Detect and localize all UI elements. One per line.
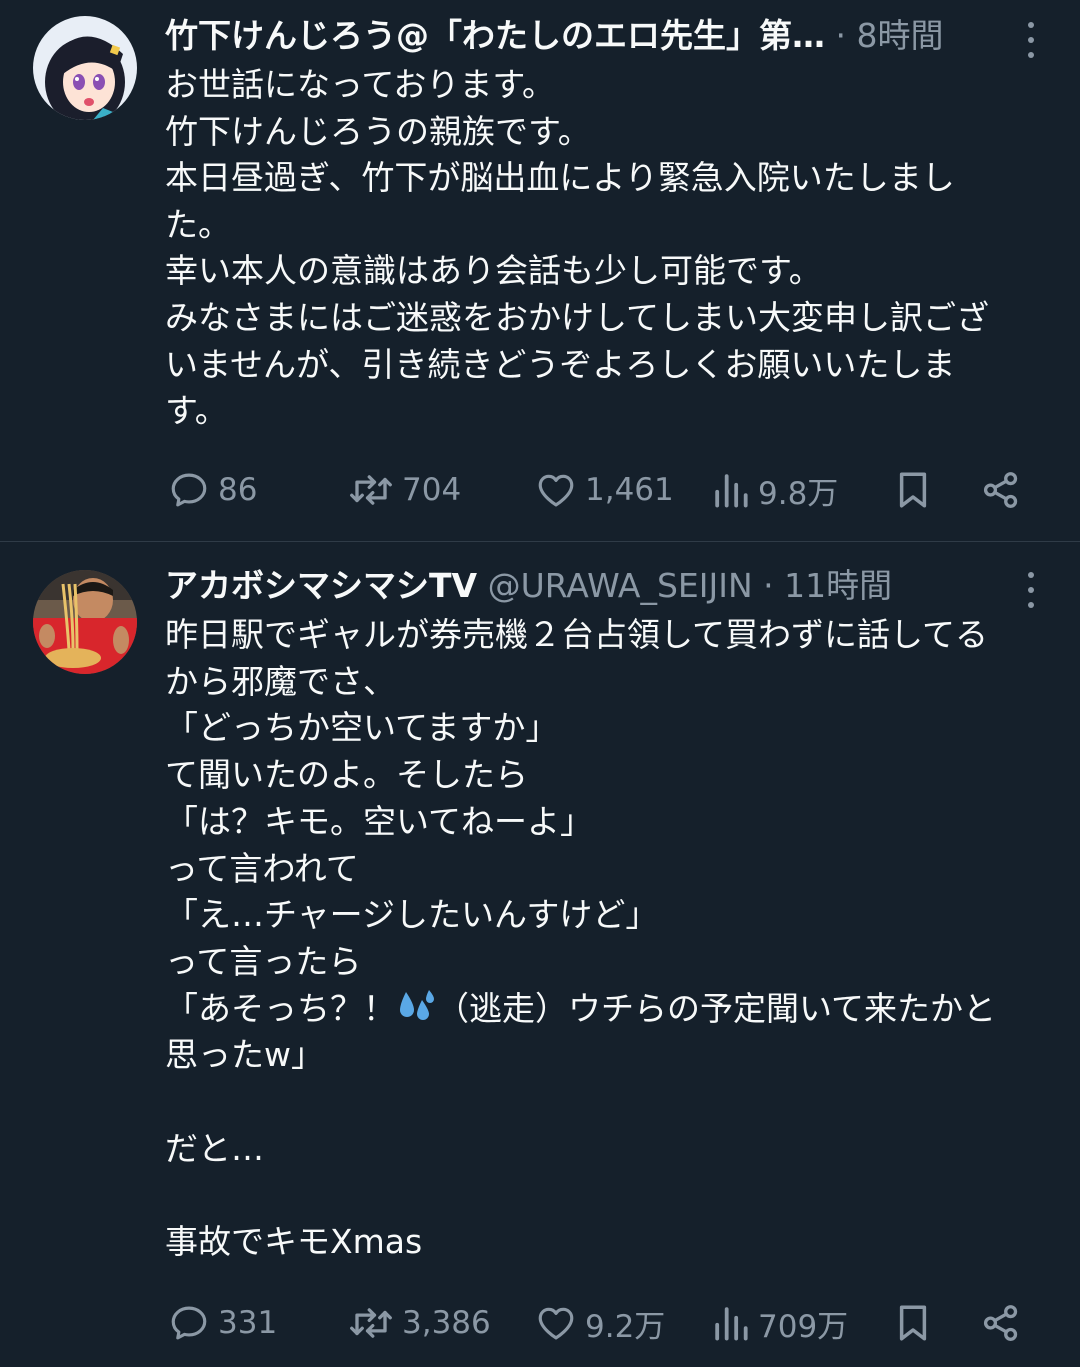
- sweat-droplets-icon: [396, 988, 436, 1022]
- ramen-person-avatar-icon: [33, 570, 137, 674]
- like-count: 9.2万: [585, 1308, 666, 1345]
- author-name[interactable]: 竹下けんじろう@「わたしのエロ先生」第…: [165, 16, 825, 55]
- views-button[interactable]: 9.8万: [712, 465, 838, 515]
- repost-count: 3,386: [402, 1305, 491, 1341]
- share-icon: [983, 1305, 1018, 1341]
- tweet-text: 昨日駅でギャルが券売機２台占領して買わずに話してる から邪魔でさ、 「どっちか空…: [165, 612, 1050, 1266]
- share-icon: [983, 472, 1018, 508]
- timestamp[interactable]: 8時間: [856, 16, 943, 55]
- views-icon: [715, 474, 748, 508]
- like-button[interactable]: 9.2万: [535, 1298, 665, 1348]
- repost-button[interactable]: 704: [348, 465, 461, 515]
- views-icon: [715, 1307, 748, 1341]
- heart-icon: [538, 474, 574, 507]
- bookmark-icon: [899, 472, 927, 508]
- tweet-header: 竹下けんじろう@「わたしのエロ先生」第… · 8時間: [165, 16, 944, 55]
- bookmark-icon: [899, 1305, 927, 1341]
- reply-count: 331: [218, 1305, 278, 1341]
- tweet-header: アカボシマシマシTV @URAWA_SEIJIN · 11時間: [165, 566, 893, 605]
- repost-button[interactable]: 3,386: [348, 1298, 491, 1348]
- share-button[interactable]: [980, 465, 1022, 515]
- view-count: 709万: [758, 1308, 849, 1345]
- tweet-2[interactable]: アカボシマシマシTV @URAWA_SEIJIN · 11時間 昨日駅でギャルが…: [0, 542, 1080, 1367]
- reply-count: 86: [218, 472, 258, 508]
- tweet-text-part2: （逃走）ウチらの予定聞いて来たかと 思ったw」 だと… 事故でキモXmas: [165, 988, 997, 1262]
- reply-icon: [171, 1306, 207, 1340]
- repost-count: 704: [402, 472, 462, 508]
- tweet-text-part1: 昨日駅でギャルが券売機２台占領して買わずに話してる から邪魔でさ、 「どっちか空…: [165, 615, 989, 1028]
- share-button[interactable]: [980, 1298, 1022, 1348]
- anime-girl-avatar-icon: [33, 16, 137, 120]
- timestamp[interactable]: 11時間: [784, 566, 892, 605]
- action-bar: 331 3,386 9.2万 709万: [0, 1298, 1080, 1348]
- more-options-icon[interactable]: [1026, 572, 1036, 608]
- reply-button[interactable]: 331: [168, 1298, 277, 1348]
- more-options-icon[interactable]: [1026, 22, 1036, 58]
- repost-icon: [350, 475, 392, 505]
- tweet-text: お世話になっております。 竹下けんじろうの親族です。 本日昼過ぎ、竹下が脳出血に…: [165, 65, 990, 431]
- heart-icon: [538, 1307, 574, 1340]
- view-count: 9.8万: [758, 475, 839, 512]
- bookmark-button[interactable]: [892, 465, 934, 515]
- reply-icon: [171, 473, 207, 507]
- repost-icon: [350, 1308, 392, 1338]
- like-count: 1,461: [585, 472, 674, 508]
- author-avatar[interactable]: [33, 16, 137, 120]
- tweet-1[interactable]: 竹下けんじろう@「わたしのエロ先生」第… · 8時間 お世話になっております。 …: [0, 0, 1080, 542]
- author-name[interactable]: アカボシマシマシTV: [165, 566, 477, 605]
- author-avatar[interactable]: [33, 570, 137, 674]
- bookmark-button[interactable]: [892, 1298, 934, 1348]
- reply-button[interactable]: 86: [168, 465, 257, 515]
- like-button[interactable]: 1,461: [535, 465, 674, 515]
- action-bar: 86 704 1,461 9.8万: [0, 465, 1080, 515]
- views-button[interactable]: 709万: [712, 1298, 848, 1348]
- author-handle[interactable]: @URAWA_SEIJIN: [488, 566, 753, 605]
